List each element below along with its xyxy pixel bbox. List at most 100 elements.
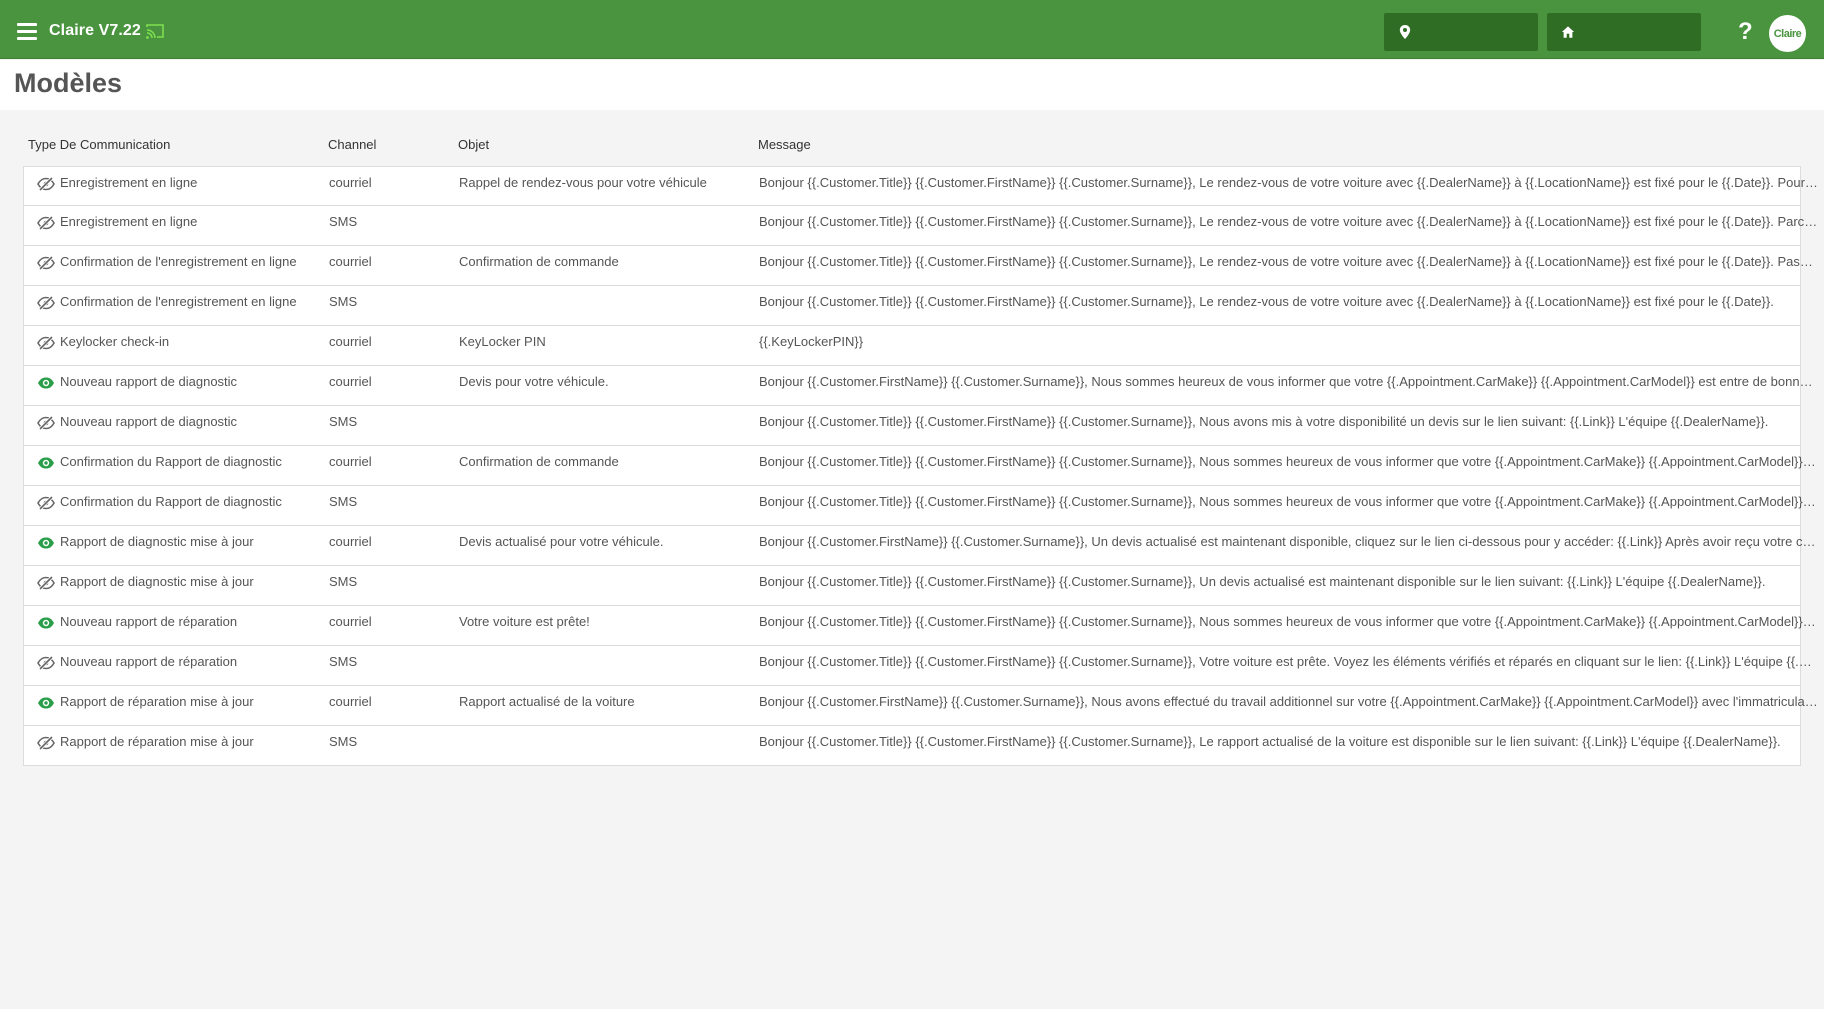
table-row[interactable]: Nouveau rapport de réparation SMS Bonjour … xyxy=(23,646,1819,686)
row-message: Bonjour {{.Customer.Title}} {{.Customer.… xyxy=(759,454,1819,469)
row-channel: SMS xyxy=(329,734,358,749)
row-object: Devis pour votre véhicule. xyxy=(459,374,609,389)
row-object xyxy=(459,726,749,765)
row-channel: SMS xyxy=(329,414,358,429)
row-type: Keylocker check-in xyxy=(60,334,170,349)
table-row[interactable]: Confirmation de l'enregistrement en lign… xyxy=(23,246,1819,286)
eye-slash-icon[interactable] xyxy=(37,216,55,230)
table-row[interactable]: Rapport de réparation mise à jour courrie… xyxy=(23,686,1819,726)
row-object xyxy=(459,406,749,445)
eye-icon[interactable] xyxy=(37,536,55,550)
row-channel: SMS xyxy=(329,294,358,309)
row-message: Bonjour {{.Customer.Title}} {{.Customer.… xyxy=(759,175,1819,190)
row-object xyxy=(459,286,749,325)
row-type: Nouveau rapport de réparation xyxy=(60,654,238,669)
eye-slash-icon[interactable] xyxy=(37,416,55,430)
page-title: Modèles xyxy=(14,68,123,98)
table-row[interactable]: Nouveau rapport de diagnostic SMS Bonjour … xyxy=(23,406,1801,446)
eye-icon[interactable] xyxy=(37,376,55,390)
row-message: {{.KeyLockerPIN}} xyxy=(759,334,864,349)
eye-slash-icon[interactable] xyxy=(37,576,55,590)
hamburger-menu-icon[interactable] xyxy=(17,23,37,40)
row-message: Bonjour {{.Customer.Title}} {{.Customer.… xyxy=(759,494,1819,509)
row-message: Bonjour {{.Customer.FirstName}} {{.Custo… xyxy=(759,374,1819,389)
table-row[interactable]: Confirmation de l'enregistrement en lign… xyxy=(23,286,1801,326)
eye-icon[interactable] xyxy=(37,616,55,630)
row-channel: courriel xyxy=(329,534,372,549)
table-row[interactable]: Enregistrement en ligne courriel Rappel de… xyxy=(23,166,1819,206)
row-object: Confirmation de commande xyxy=(459,254,619,269)
app-title: Claire V7.22 xyxy=(49,22,141,39)
table-row[interactable]: Nouveau rapport de diagnostic courriel Dev… xyxy=(23,366,1819,406)
row-object: Rapport actualisé de la voiture xyxy=(459,694,635,709)
table-row[interactable]: Confirmation du Rapport de diagnostic SMS… xyxy=(23,486,1819,526)
row-message: Bonjour {{.Customer.Title}} {{.Customer.… xyxy=(759,214,1819,229)
row-channel: SMS xyxy=(329,654,358,669)
row-type: Nouveau rapport de diagnostic xyxy=(60,374,238,389)
table-row[interactable]: Enregistrement en ligne SMS Bonjour {{.Cus… xyxy=(23,206,1819,246)
eye-slash-icon[interactable] xyxy=(37,296,55,310)
cast-icon[interactable] xyxy=(146,23,164,39)
table-row[interactable]: Rapport de réparation mise à jour SMS Bonj… xyxy=(23,726,1801,766)
row-channel: SMS xyxy=(329,214,358,229)
row-message: Bonjour {{.Customer.Title}} {{.Customer.… xyxy=(759,294,1774,309)
eye-slash-icon[interactable] xyxy=(37,256,55,270)
eye-slash-icon[interactable] xyxy=(37,736,55,750)
eye-slash-icon[interactable] xyxy=(37,336,55,350)
eye-icon[interactable] xyxy=(37,456,55,470)
top-bar: Claire V7.22 ? Claire xyxy=(0,0,1824,59)
column-header-channel[interactable]: Channel xyxy=(328,137,376,152)
home-icon xyxy=(1561,26,1575,38)
column-header-object[interactable]: Objet xyxy=(458,137,489,152)
row-object: KeyLocker PIN xyxy=(459,334,546,349)
row-channel: courriel xyxy=(329,614,372,629)
map-marker-icon xyxy=(1399,25,1411,39)
row-object xyxy=(459,646,749,685)
row-type: Enregistrement en ligne xyxy=(60,175,198,190)
row-type: Nouveau rapport de diagnostic xyxy=(60,414,238,429)
row-type: Rapport de diagnostic mise à jour xyxy=(60,574,254,589)
row-channel: courriel xyxy=(329,374,372,389)
row-type: Confirmation de l'enregistrement en lign… xyxy=(60,254,297,269)
table-row[interactable]: Rapport de diagnostic mise à jour courrie… xyxy=(23,526,1819,566)
eye-slash-icon[interactable] xyxy=(37,177,55,191)
row-type: Nouveau rapport de réparation xyxy=(60,614,238,629)
location-selector[interactable] xyxy=(1384,13,1538,51)
row-message: Bonjour {{.Customer.Title}} {{.Customer.… xyxy=(759,734,1781,749)
row-type: Rapport de diagnostic mise à jour xyxy=(60,534,254,549)
table-row[interactable]: Confirmation du Rapport de diagnostic cou… xyxy=(23,446,1819,486)
table-row[interactable]: Nouveau rapport de réparation courriel Vot… xyxy=(23,606,1819,646)
table-row[interactable]: Rapport de diagnostic mise à jour SMS Bonj… xyxy=(23,566,1801,606)
avatar[interactable]: Claire xyxy=(1769,15,1806,52)
column-header-message[interactable]: Message xyxy=(758,137,811,152)
eye-slash-icon[interactable] xyxy=(37,496,55,510)
row-type: Rapport de réparation mise à jour xyxy=(60,694,254,709)
row-message: Bonjour {{.Customer.Title}} {{.Customer.… xyxy=(759,414,1769,429)
row-type: Confirmation de l'enregistrement en lign… xyxy=(60,294,297,309)
templates-table: Enregistrement en ligne courriel Rappel de… xyxy=(23,166,1819,766)
table-row[interactable]: Keylocker check-in courriel KeyLocker PIN {… xyxy=(23,326,1801,366)
row-message: Bonjour {{.Customer.Title}} {{.Customer.… xyxy=(759,614,1819,629)
row-object: Rappel de rendez-vous pour votre véhicul… xyxy=(459,175,707,190)
row-type: Confirmation du Rapport de diagnostic xyxy=(60,454,282,469)
row-type: Rapport de réparation mise à jour xyxy=(60,734,254,749)
row-channel: courriel xyxy=(329,334,372,349)
row-message: Bonjour {{.Customer.Title}} {{.Customer.… xyxy=(759,574,1766,589)
eye-icon[interactable] xyxy=(37,696,55,710)
page-header: Modèles xyxy=(0,60,1824,110)
eye-slash-icon[interactable] xyxy=(37,656,55,670)
row-channel: courriel xyxy=(329,175,372,190)
row-object: Devis actualisé pour votre véhicule. xyxy=(459,534,664,549)
dealer-selector[interactable] xyxy=(1547,13,1701,51)
row-type: Confirmation du Rapport de diagnostic xyxy=(60,494,282,509)
row-object xyxy=(459,206,749,245)
row-object: Confirmation de commande xyxy=(459,454,619,469)
row-message: Bonjour {{.Customer.FirstName}} {{.Custo… xyxy=(759,534,1819,549)
column-header-type[interactable]: Type De Communication xyxy=(28,137,170,152)
question-mark-icon[interactable]: ? xyxy=(1738,18,1753,46)
row-message: Bonjour {{.Customer.FirstName}} {{.Custo… xyxy=(759,694,1819,709)
row-channel: SMS xyxy=(329,574,358,589)
row-message: Bonjour {{.Customer.Title}} {{.Customer.… xyxy=(759,254,1819,269)
row-channel: courriel xyxy=(329,254,372,269)
row-object xyxy=(459,566,749,605)
